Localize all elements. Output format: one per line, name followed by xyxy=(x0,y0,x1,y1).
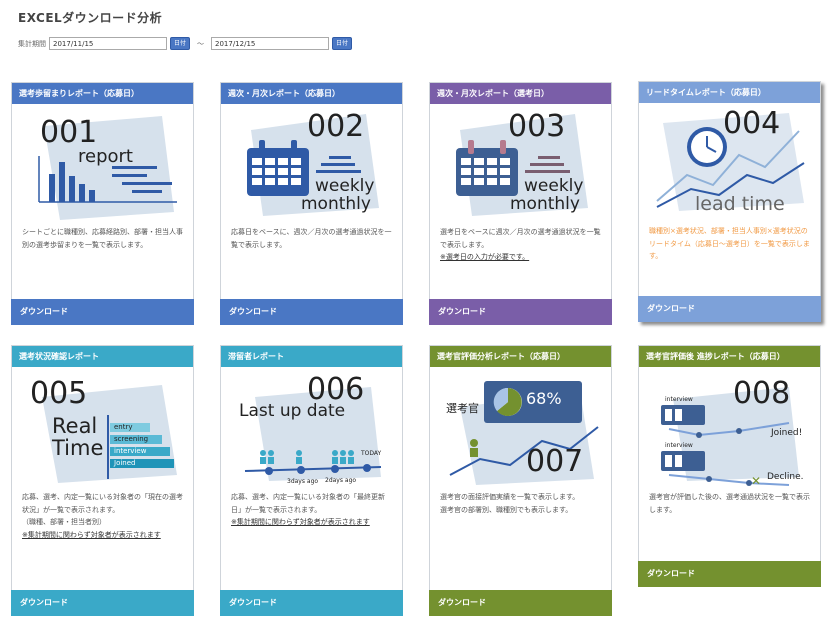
stage-label-interview-1: interview xyxy=(665,396,693,403)
card-header: 週次・月次レポート（応募日） xyxy=(221,83,402,104)
report-card-003: 週次・月次レポート（選考日） 003 weekly monthly 選考日をベー… xyxy=(429,82,612,325)
date-to-input[interactable] xyxy=(211,37,329,50)
card-description: シートごとに職種別、応募経路別、部署・担当人事別の選考歩留まりを一覧で表示します… xyxy=(22,228,183,249)
stage-label-interview-2: interview xyxy=(665,442,693,449)
card-number: 007 xyxy=(526,444,584,479)
card-illustration: 001 report xyxy=(12,104,193,224)
card-number: 004 xyxy=(723,106,781,141)
download-button[interactable]: ダウンロード xyxy=(429,299,612,325)
illustration-text: report xyxy=(78,146,133,167)
page-title: EXCELダウンロード分析 xyxy=(18,11,163,25)
card-number: 005 xyxy=(30,376,88,411)
download-button[interactable]: ダウンロード xyxy=(220,299,403,325)
report-card-001: 選考歩留まりレポート（応募日） 001 report シートごとに職種別、応募経… xyxy=(11,82,194,325)
card-illustration: 003 weekly monthly xyxy=(430,104,611,224)
bar-label-screening: screening xyxy=(114,435,149,443)
illustration-text-real: Real xyxy=(52,414,98,438)
illustration-text-monthly: monthly xyxy=(301,194,371,214)
card-header: 週次・月次レポート（選考日） xyxy=(430,83,611,104)
report-card-006: 滞留者レポート 006 Last up date 3days ago 2days… xyxy=(220,345,403,616)
download-button[interactable]: ダウンロード xyxy=(638,296,821,322)
period-filter: 集計期間 日付 ～ 日付 xyxy=(18,37,357,50)
card-number: 001 xyxy=(40,115,98,150)
joined-text: Joined! xyxy=(771,428,803,438)
card-description: 選考官の面接評価実績を一覧で表示します。 選考官の部署別、職種別でも表示します。 xyxy=(440,493,580,514)
decline-text: Decline. xyxy=(767,472,804,482)
card-header: リードタイムレポート（応募日） xyxy=(639,82,820,103)
card-header: 選考官評価分析レポート（応募日） xyxy=(430,346,611,367)
card-illustration: 002 weekly monthly xyxy=(221,104,402,224)
illustration-text: lead time xyxy=(695,193,785,215)
report-card-008: 選考官評価後 進捗レポート（応募日） ✕ interview interview… xyxy=(638,345,821,587)
card-description: 職種別×選考状況、部署・担当人事別×選考状況のリードタイム（応募日〜選考日）を一… xyxy=(649,227,810,260)
percent-value: 68% xyxy=(526,389,562,408)
card-illustration: 007 68% 選考官 xyxy=(430,367,611,489)
note-link[interactable]: ※選考日の入力が必要です。 xyxy=(440,251,601,264)
card-description: 応募、選考、内定一覧にいる対象者の「現在の選考状況」が一覧で表示されます。 （職… xyxy=(12,489,193,541)
card-description: 応募日をベースに、週次／月次の選考通過状況を一覧で表示します。 xyxy=(231,228,392,249)
card-illustration: 005 Real Time entry screening interview … xyxy=(12,367,193,489)
illustration-text-time: Time xyxy=(52,436,104,460)
bar-label-entry: entry xyxy=(114,423,133,431)
download-button[interactable]: ダウンロード xyxy=(429,590,612,616)
timeline-label-3days: 3days ago xyxy=(287,478,319,485)
report-card-007: 選考官評価分析レポート（応募日） 007 68% 選考官 選考官の面接評価実績を… xyxy=(429,345,612,616)
note-link[interactable]: ※集計期間に関わらず対象者が表示されます xyxy=(231,516,392,529)
illustration-text-monthly: monthly xyxy=(510,194,580,214)
timeline-label-2days: 2days ago xyxy=(325,477,357,484)
download-button[interactable]: ダウンロード xyxy=(220,590,403,616)
illustration-text: Last up date xyxy=(239,401,346,421)
download-button[interactable]: ダウンロード xyxy=(11,299,194,325)
evaluation-chart-icon xyxy=(449,381,599,485)
report-card-002: 週次・月次レポート（応募日） 002 weekly monthly 応募日をベー… xyxy=(220,82,403,325)
bar-label-joined: Joined xyxy=(114,459,136,467)
card-illustration: ✕ interview interview 008 Joined! Declin… xyxy=(639,367,820,489)
card-header: 滞留者レポート xyxy=(221,346,402,367)
card-description: 選考官が評価した後の、選考通過状況を一覧で表示します。 xyxy=(649,493,810,514)
card-illustration: 006 Last up date 3days ago 2days ago TOD… xyxy=(221,367,402,489)
svg-text:✕: ✕ xyxy=(751,474,761,488)
card-number: 002 xyxy=(307,109,365,144)
period-label: 集計期間 xyxy=(18,39,46,48)
date-from-calendar-button[interactable]: 日付 xyxy=(170,37,190,50)
card-description: 選考日をベースに週次／月次の選考通過状況を一覧で表示します。 ※選考日の入力が必… xyxy=(430,224,611,264)
report-card-004: リードタイムレポート（応募日） 004 lead time 職種別×選考状況、部… xyxy=(638,81,821,322)
download-button[interactable]: ダウンロード xyxy=(11,590,194,616)
date-from-input[interactable] xyxy=(49,37,167,50)
card-header: 選考官評価後 進捗レポート（応募日） xyxy=(639,346,820,367)
date-separator: ～ xyxy=(197,39,204,48)
bar-label-interview: interview xyxy=(114,447,147,455)
note-link[interactable]: ※集計期間に関わらず対象者が表示されます xyxy=(22,529,183,542)
card-header: 選考歩留まりレポート（応募日） xyxy=(12,83,193,104)
card-header: 選考状況確認レポート xyxy=(12,346,193,367)
timeline-label-today: TODAY xyxy=(361,450,382,457)
download-button[interactable]: ダウンロード xyxy=(638,561,821,587)
card-number: 003 xyxy=(508,109,566,144)
card-illustration: 004 lead time xyxy=(639,103,820,223)
card-number: 008 xyxy=(733,376,791,411)
report-card-005: 選考状況確認レポート 005 Real Time entry screening… xyxy=(11,345,194,616)
card-description: 応募、選考、内定一覧にいる対象者の「最終更新日」が一覧で表示されます。 ※集計期… xyxy=(221,489,402,529)
evaluator-label: 選考官 xyxy=(446,402,479,415)
date-to-calendar-button[interactable]: 日付 xyxy=(332,37,352,50)
